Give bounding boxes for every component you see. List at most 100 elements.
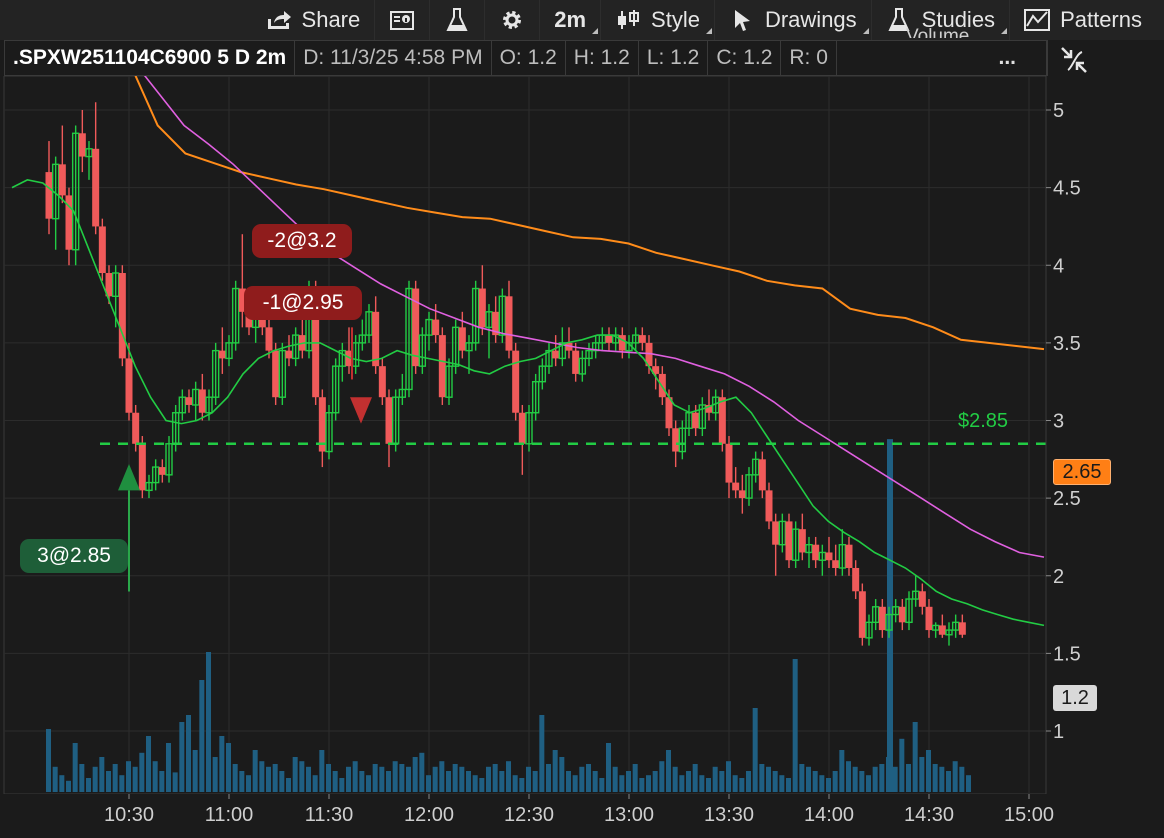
- candle-body-down: [45, 172, 53, 219]
- volume-bar: [779, 775, 785, 792]
- volume-bar: [372, 764, 378, 792]
- candle-body-down: [138, 443, 146, 491]
- volume-bar: [819, 775, 825, 792]
- volume-bar: [286, 778, 291, 792]
- candle-body-down: [798, 529, 806, 553]
- volume-bar: [492, 764, 498, 792]
- volume-bar: [879, 764, 885, 792]
- volume-bar: [359, 771, 365, 792]
- volume-bar: [726, 761, 731, 792]
- volume-bar: [706, 778, 711, 792]
- current-price-tag: 2.65: [1053, 459, 1111, 485]
- sell-order-bubble-2[interactable]: -1@2.95: [244, 286, 362, 320]
- buy-order-bubble[interactable]: 3@2.85: [20, 539, 128, 573]
- volume-bar: [132, 766, 138, 792]
- candle-body-down: [725, 443, 733, 483]
- volume-bar: [772, 771, 778, 792]
- volume-bar: [312, 775, 318, 792]
- volume-bar: [159, 771, 165, 792]
- time-tick-label: 15:00: [1004, 804, 1054, 826]
- more-button[interactable]: ...: [837, 41, 1047, 75]
- volume-bar: [672, 766, 678, 792]
- cursor-icon: [729, 7, 755, 33]
- volume-bar: [612, 766, 618, 792]
- price-tick-label: 3: [1053, 411, 1064, 433]
- symbol-field[interactable]: .SPXW251104C6900 5 D 2m: [5, 41, 296, 75]
- volume-bar: [432, 766, 438, 792]
- volume-bar: [632, 764, 638, 792]
- volume-bar: [859, 771, 865, 792]
- dropdown-corner-icon: [705, 28, 712, 34]
- volume-bar: [499, 771, 505, 792]
- current-volume-tag: 1.2: [1053, 685, 1097, 711]
- candle-body-down: [918, 591, 926, 607]
- volume-bar: [112, 764, 118, 792]
- price-tick-label: 1: [1053, 721, 1064, 743]
- volume-bar: [599, 778, 605, 792]
- volume-bar: [926, 750, 931, 792]
- volume-bar: [139, 752, 145, 792]
- volume-bar: [332, 771, 338, 792]
- volume-bar: [126, 761, 131, 792]
- candle-body-down: [852, 567, 860, 592]
- volume-bar: [699, 775, 705, 792]
- volume-bar: [892, 766, 898, 792]
- volume-bar: [186, 715, 191, 792]
- volume-bar: [712, 766, 718, 792]
- volume-bar: [59, 775, 65, 792]
- style-button[interactable]: Style: [601, 0, 715, 40]
- time-tick-label: 12:30: [504, 804, 554, 826]
- collapse-chart-button[interactable]: [1058, 44, 1090, 76]
- time-tick-label: 11:00: [205, 804, 254, 826]
- volume-bar: [946, 771, 951, 792]
- volume-bar: [899, 738, 905, 792]
- volume-bar: [339, 778, 345, 792]
- sell-order-bubble-1[interactable]: -2@3.2: [252, 224, 352, 258]
- candle-body-down: [692, 412, 700, 429]
- timeframe-button[interactable]: 2m: [540, 0, 602, 40]
- settings-button[interactable]: [485, 0, 541, 40]
- candle-body-down: [92, 148, 100, 227]
- volume-bar: [239, 771, 245, 792]
- candle-body-down: [158, 467, 166, 475]
- candle-body-down: [518, 412, 526, 444]
- volume-bar: [246, 775, 251, 792]
- volume-study-label: Volume: [906, 26, 970, 38]
- candle-body-down: [858, 591, 866, 638]
- volume-bar: [532, 771, 538, 792]
- share-button[interactable]: Share: [252, 0, 376, 40]
- notes-button[interactable]: [375, 0, 431, 40]
- volume-bar: [352, 761, 358, 792]
- candle-body-down: [78, 133, 86, 157]
- volume-bar: [86, 778, 91, 792]
- drawings-button[interactable]: Drawings: [715, 0, 872, 40]
- volume-bar: [792, 659, 798, 792]
- volume-bar: [546, 764, 551, 792]
- lab-button[interactable]: [430, 0, 486, 40]
- volume-bar: [619, 775, 625, 792]
- volume-bar: [212, 757, 218, 792]
- volume-bar: [639, 778, 645, 792]
- candle-body-down: [732, 482, 740, 491]
- time-axis-bg: [0, 794, 1164, 838]
- volume-bar: [226, 743, 231, 792]
- volume-bar: [606, 743, 611, 792]
- candle-body-down: [738, 490, 746, 499]
- patterns-button[interactable]: Patterns: [1010, 0, 1156, 40]
- dropdown-corner-icon: [862, 28, 869, 34]
- volume-bar: [72, 743, 78, 792]
- candle-body-down: [845, 544, 853, 568]
- price-chart[interactable]: 5 4.5 4 3.5 3 2.5 2 1.5 1 10:30 11:00 11:30 12:00 12:…: [0, 76, 1164, 838]
- volume-bar: [759, 764, 765, 792]
- volume-bar: [659, 761, 665, 792]
- chart-info-bar: .SPXW251104C6900 5 D 2m D: 11/3/25 4:58 …: [4, 40, 1048, 76]
- volume-bar: [719, 771, 725, 792]
- flask-icon: [444, 7, 470, 33]
- time-tick-label: 10:30: [104, 804, 154, 826]
- candle-body-down: [758, 459, 766, 491]
- volume-bar: [292, 757, 298, 792]
- volume-bar: [306, 766, 311, 792]
- candle-body-down: [378, 366, 386, 398]
- volume-bar: [866, 775, 871, 792]
- candle-body-down: [812, 544, 820, 561]
